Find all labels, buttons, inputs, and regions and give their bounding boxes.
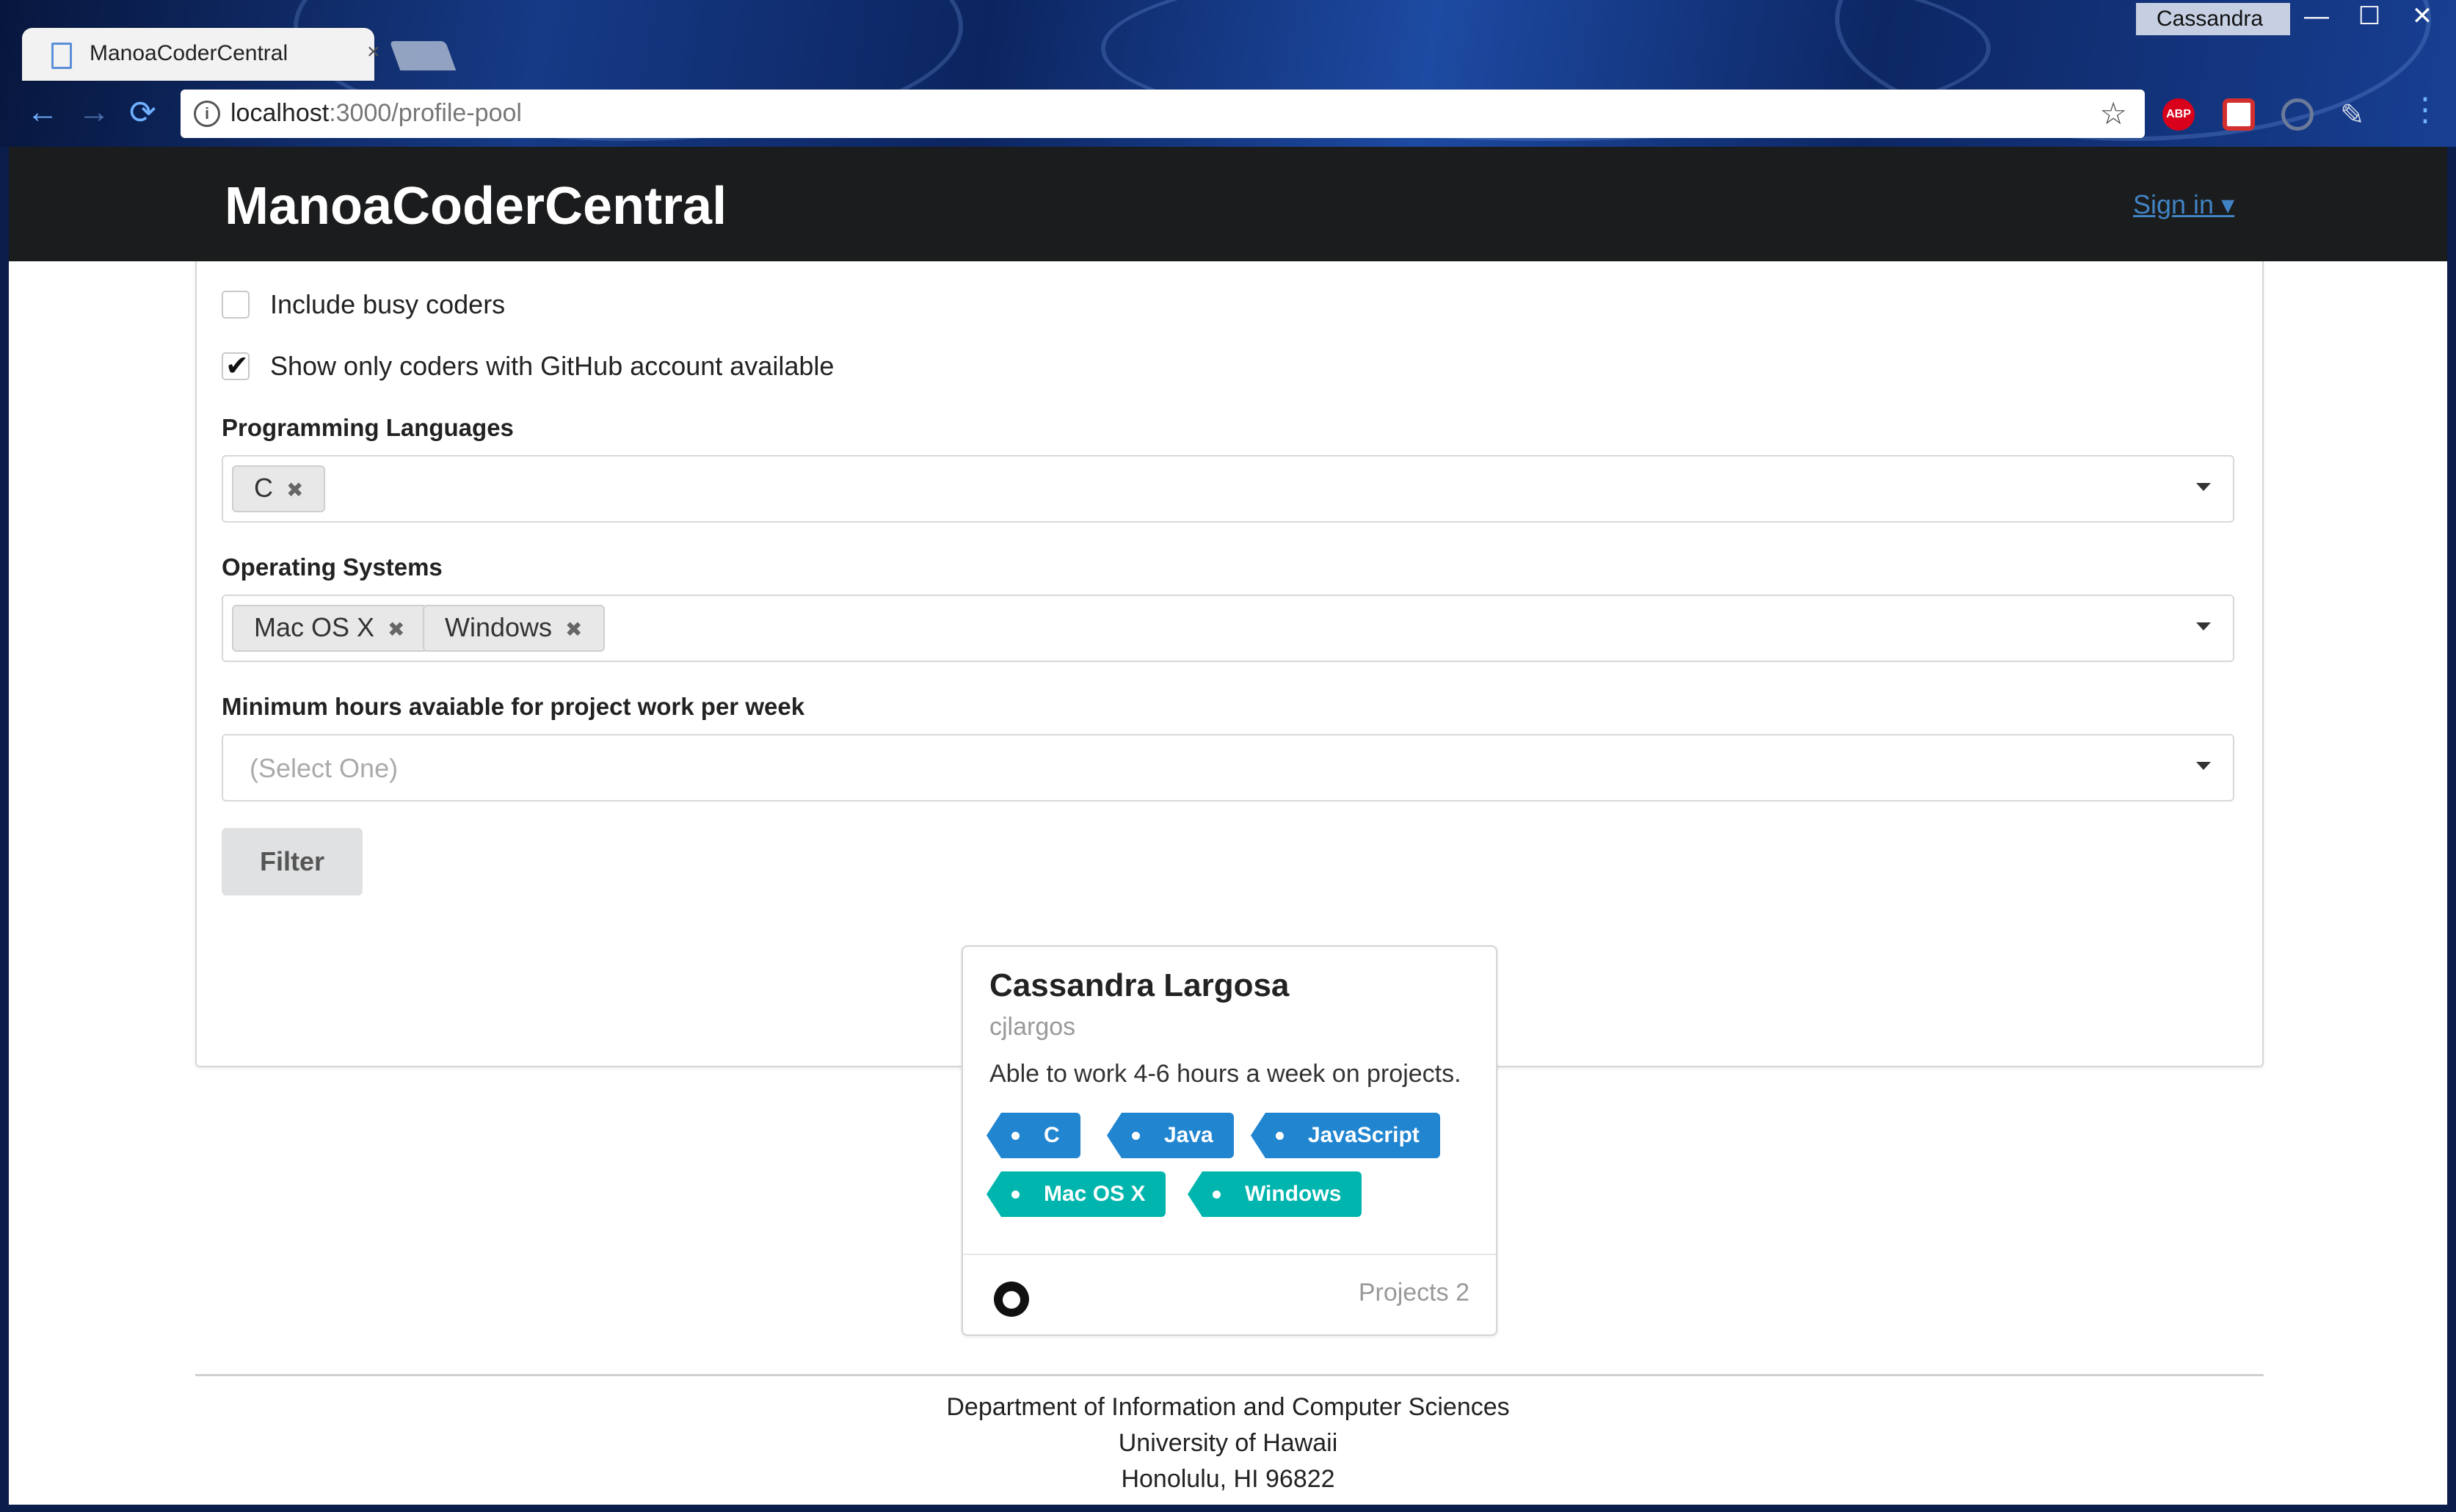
remove-chip-icon[interactable]: ✖: [565, 618, 582, 641]
hours-placeholder: (Select One): [250, 753, 399, 783]
hours-label: Minimum hours avaiable for project work …: [222, 693, 805, 720]
adblock-extension-icon[interactable]: ABP: [2162, 98, 2195, 131]
browser-tab[interactable]: ManoaCoderCentral ×: [22, 28, 380, 81]
github-only-checkbox[interactable]: [222, 349, 250, 382]
projects-count[interactable]: Projects 2: [1359, 1279, 1469, 1307]
url-text[interactable]: localhost:3000/profile-pool: [230, 99, 522, 128]
forward-arrow-icon[interactable]: →: [78, 94, 110, 131]
remove-chip-icon[interactable]: ✖: [286, 479, 303, 501]
profile-username: cjlargos: [989, 1013, 1076, 1041]
filter-button[interactable]: Filter: [222, 828, 363, 895]
top-navbar: ManoaCoderCentral Sign in ▾: [9, 147, 2447, 261]
language-tag[interactable]: C: [987, 1113, 1080, 1158]
footer-line-3: Honolulu, HI 96822: [1121, 1465, 1335, 1493]
os-tag[interactable]: Mac OS X: [986, 1171, 1166, 1217]
profile-description: Able to work 4-6 hours a week on project…: [989, 1060, 1461, 1088]
window-user-badge[interactable]: Cassandra: [2136, 3, 2290, 35]
back-arrow-icon[interactable]: ←: [26, 94, 59, 131]
chip-label: Mac OS X: [254, 612, 375, 642]
footer-line-1: Department of Information and Computer S…: [946, 1393, 1510, 1421]
browser-menu-icon[interactable]: ⋮: [2409, 91, 2441, 128]
chevron-down-icon[interactable]: [2196, 622, 2211, 630]
include-busy-checkbox[interactable]: [222, 291, 250, 319]
chevron-down-icon[interactable]: [2196, 483, 2211, 491]
window-close-icon[interactable]: ✕: [2396, 0, 2449, 34]
sign-in-dropdown[interactable]: Sign in ▾: [2133, 189, 2234, 220]
pen-extension-icon[interactable]: ✎: [2340, 98, 2372, 131]
remove-chip-icon[interactable]: ✖: [388, 618, 404, 641]
os-multiselect[interactable]: Mac OS X ✖ Windows ✖: [222, 595, 2234, 662]
chip-label: C: [254, 473, 273, 503]
web-page: ManoaCoderCentral Sign in ▾ Include busy…: [9, 147, 2447, 1505]
url-host: localhost: [230, 99, 330, 127]
os-tag[interactable]: Windows: [1187, 1171, 1362, 1217]
tab-title: ManoaCoderCentral: [90, 41, 288, 65]
languages-multiselect[interactable]: C ✖: [222, 455, 2234, 523]
language-tag[interactable]: Java: [1107, 1113, 1234, 1158]
address-bar[interactable]: i localhost:3000/profile-pool ☆: [181, 90, 2145, 138]
url-path: :3000/profile-pool: [329, 99, 522, 127]
chip-label: Windows: [445, 612, 553, 642]
bookmark-star-icon[interactable]: ☆: [2099, 95, 2127, 131]
page-icon: [51, 43, 72, 69]
browser-chrome: ManoaCoderCentral × Cassandra — ☐ ✕ ← → …: [0, 0, 2456, 147]
pencil-icon: ✎: [2340, 99, 2365, 131]
footer-divider: [195, 1374, 2264, 1376]
os-label: Operating Systems: [222, 553, 443, 581]
language-chip: C ✖: [232, 465, 326, 512]
include-busy-label: Include busy coders: [270, 289, 506, 319]
close-tab-icon[interactable]: ×: [367, 40, 380, 65]
github-icon[interactable]: [994, 1282, 1029, 1317]
new-tab-button[interactable]: [389, 41, 457, 70]
languages-label: Programming Languages: [222, 414, 514, 441]
hours-select[interactable]: (Select One): [222, 734, 2234, 802]
site-info-icon[interactable]: i: [194, 101, 220, 127]
chevron-down-icon[interactable]: [2196, 762, 2211, 770]
web-extension-icon[interactable]: [2223, 98, 2255, 131]
minimize-icon[interactable]: —: [2290, 0, 2343, 34]
reload-icon[interactable]: ⟳: [129, 94, 156, 131]
brand-title[interactable]: ManoaCoderCentral: [225, 176, 727, 236]
os-chip: Mac OS X ✖: [232, 605, 427, 652]
card-divider: [963, 1254, 1496, 1255]
github-only-label: Show only coders with GitHub account ava…: [270, 351, 835, 381]
maximize-icon[interactable]: ☐: [2343, 0, 2396, 34]
os-chip: Windows ✖: [423, 605, 605, 652]
profile-name: Cassandra Largosa: [989, 967, 1290, 1003]
footer-line-2: University of Hawaii: [1118, 1429, 1338, 1457]
sync-extension-icon[interactable]: [2281, 98, 2314, 131]
profile-card[interactable]: Cassandra Largosa cjlargos Able to work …: [962, 945, 1497, 1336]
language-tag[interactable]: JavaScript: [1251, 1113, 1440, 1158]
